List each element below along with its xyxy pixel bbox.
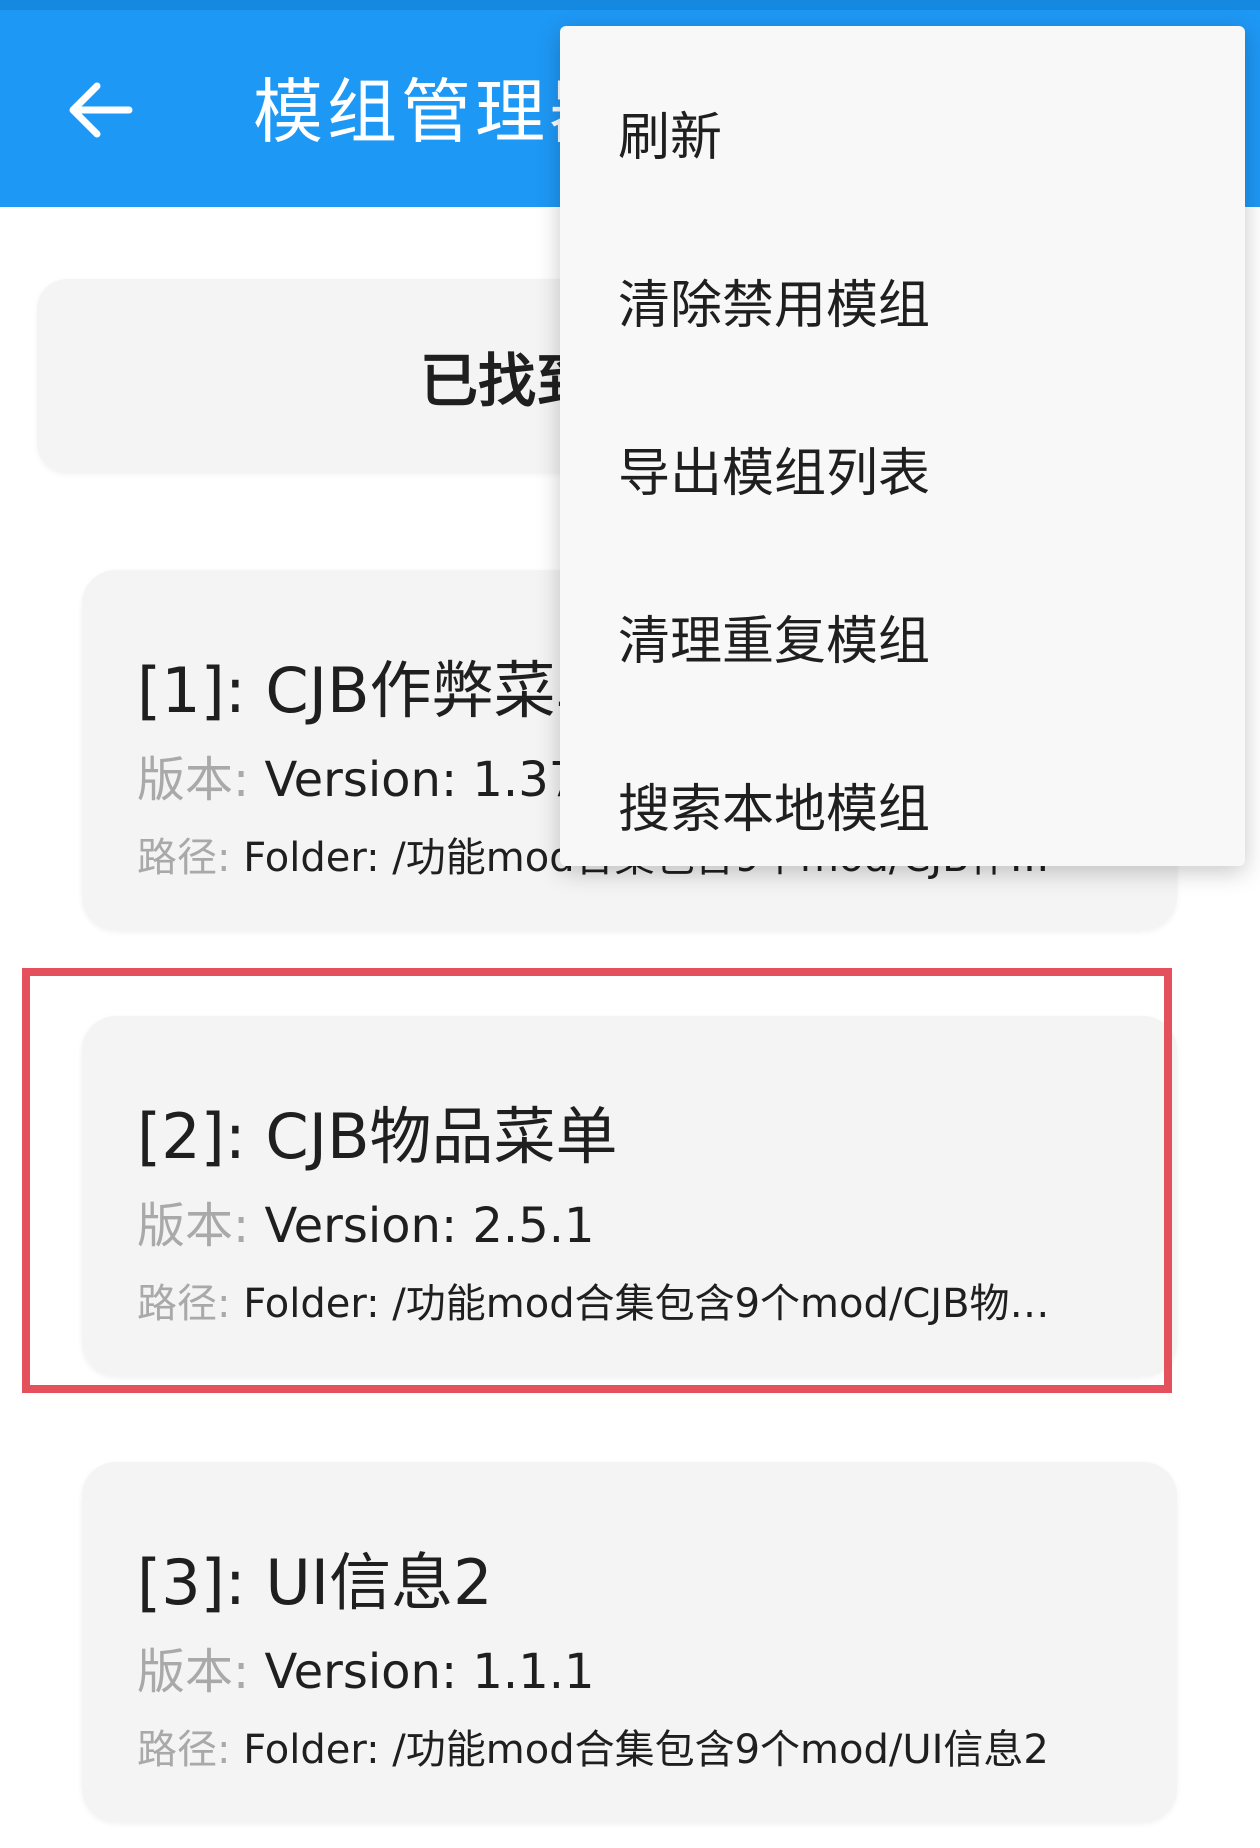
mod-title: [3]: UI信息2 xyxy=(137,1546,493,1619)
menu-item-clear-disabled-mods[interactable]: 清除禁用模组 xyxy=(560,222,1245,390)
mod-version: 版本: Version: 2.5.1 xyxy=(137,1186,595,1256)
version-label: 版本: xyxy=(137,1198,250,1254)
path-value: Folder: /功能mod合集包含9个mod/UI信息2 xyxy=(243,1727,1049,1773)
back-button[interactable] xyxy=(60,70,140,150)
path-label: 路径: xyxy=(137,1281,231,1327)
menu-item-refresh[interactable]: 刷新 xyxy=(560,54,1245,222)
mod-version: 版本: Version: 1.37. xyxy=(137,740,595,810)
version-value: Version: 1.1.1 xyxy=(264,1644,595,1700)
path-value: Folder: /功能mod合集包含9个mod/CJB物… xyxy=(243,1281,1050,1327)
path-label: 路径: xyxy=(137,835,231,881)
version-label: 版本: xyxy=(137,752,250,808)
mod-card-2[interactable]: [2]: CJB物品菜单 版本: Version: 2.5.1 路径: Fold… xyxy=(82,1016,1177,1376)
menu-item-clean-duplicate-mods[interactable]: 清理重复模组 xyxy=(560,558,1245,726)
mod-title: [2]: CJB物品菜单 xyxy=(137,1100,618,1173)
mod-path: 路径: Folder: /功能mod合集包含9个mod/UI信息2 xyxy=(137,1717,1049,1775)
mod-version: 版本: Version: 1.1.1 xyxy=(137,1632,595,1702)
menu-item-search-local-mods[interactable]: 搜索本地模组 xyxy=(560,726,1245,894)
menu-item-export-mod-list[interactable]: 导出模组列表 xyxy=(560,390,1245,558)
mod-path: 路径: Folder: /功能mod合集包含9个mod/CJB物… xyxy=(137,1271,1050,1329)
arrow-left-icon xyxy=(69,82,133,138)
version-value: Version: 2.5.1 xyxy=(264,1198,595,1254)
version-value: Version: 1.37. xyxy=(264,752,595,808)
mod-title: [1]: CJB作弊菜单 xyxy=(137,654,618,727)
path-label: 路径: xyxy=(137,1727,231,1773)
status-bar-strip xyxy=(0,0,1260,10)
mod-card-3[interactable]: [3]: UI信息2 版本: Version: 1.1.1 路径: Folder… xyxy=(82,1462,1177,1822)
version-label: 版本: xyxy=(137,1644,250,1700)
overflow-menu: 刷新 清除禁用模组 导出模组列表 清理重复模组 搜索本地模组 xyxy=(560,26,1245,866)
